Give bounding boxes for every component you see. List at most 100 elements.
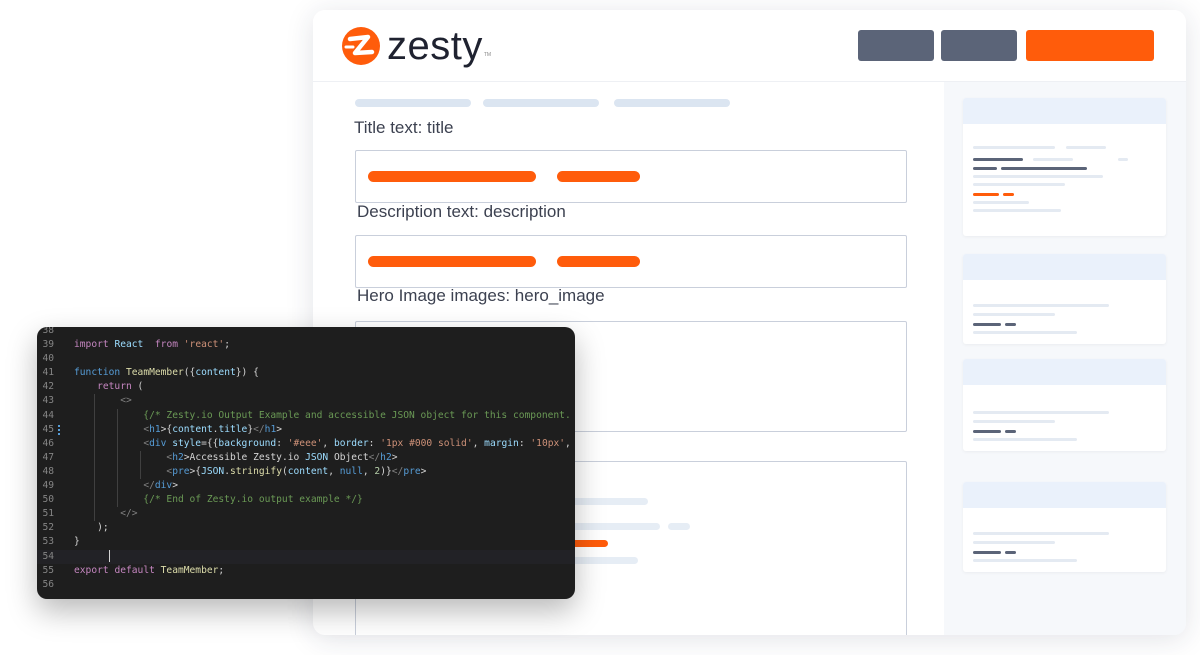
preview-card[interactable] <box>963 98 1166 236</box>
line-number: 52 <box>42 522 54 534</box>
code-line[interactable]: 49 </div> <box>37 479 575 494</box>
code-line[interactable]: 50 {/* End of Zesty.io output example */… <box>37 493 575 508</box>
code-line[interactable]: 42 return ( <box>37 380 575 394</box>
code-line[interactable]: 40 <box>37 352 575 366</box>
tab-1[interactable] <box>355 99 471 107</box>
card-line <box>973 411 1109 414</box>
title-placeholder-bar <box>557 171 640 182</box>
preview-card[interactable] <box>963 359 1166 451</box>
card-line <box>1005 551 1016 554</box>
code-text: </> <box>120 508 138 520</box>
code-line[interactable]: 38 <box>37 327 575 338</box>
line-number: 54 <box>42 550 54 562</box>
zesty-logo-icon <box>342 27 380 65</box>
header-button-1[interactable] <box>858 30 934 61</box>
code-line[interactable]: 51 </> <box>37 507 575 522</box>
description-placeholder-bar <box>368 256 536 267</box>
hero-image-field-label: Hero Image images: hero_image <box>357 286 605 305</box>
content-placeholder-line <box>566 557 638 564</box>
code-text: import React from 'react'; <box>74 339 230 351</box>
line-number: 47 <box>42 451 54 463</box>
code-line[interactable]: 47 <h2>Accessible Zesty.io JSON Object</… <box>37 450 575 465</box>
content-placeholder-line <box>668 523 690 530</box>
card-line <box>973 331 1077 334</box>
card-line <box>1005 430 1016 433</box>
preview-rail <box>944 82 1186 635</box>
line-number: 39 <box>42 339 54 351</box>
code-text: export default TeamMember; <box>74 564 225 576</box>
content-placeholder-line <box>566 498 648 505</box>
card-line <box>973 313 1055 316</box>
code-line[interactable]: 39 import React from 'react'; <box>37 338 575 352</box>
card-line <box>1005 323 1016 326</box>
preview-card-header <box>963 98 1166 124</box>
code-text: ); <box>74 522 109 534</box>
code-line[interactable]: 54 <box>37 549 575 564</box>
title-field-label: Title text: title <box>354 118 454 137</box>
code-text: function TeamMember({content}) { <box>74 367 259 379</box>
code-line[interactable]: 45 <h1>{content.title}</h1> <box>37 422 575 437</box>
content-placeholder-line <box>566 523 660 530</box>
code-text <box>86 549 110 564</box>
card-line <box>973 541 1055 544</box>
line-number: 55 <box>42 564 54 576</box>
code-line[interactable]: 43 <> <box>37 394 575 409</box>
preview-card-header <box>963 359 1166 385</box>
description-field[interactable] <box>355 235 907 288</box>
code-lines[interactable]: 38 39 import React from 'react'; 40 41 functi… <box>37 327 575 592</box>
card-line <box>973 158 1023 161</box>
card-line <box>973 438 1077 441</box>
title-placeholder-bar <box>368 171 536 182</box>
header-button-2[interactable] <box>941 30 1017 61</box>
card-line <box>1033 158 1073 161</box>
line-number: 45 <box>42 423 54 435</box>
code-line[interactable]: 46 <div style={{background: '#eee', bord… <box>37 436 575 451</box>
card-line <box>973 323 1001 326</box>
zesty-logo[interactable]: zesty TM <box>341 24 491 68</box>
line-number: 49 <box>42 480 54 492</box>
code-line[interactable]: 56 <box>37 578 575 592</box>
code-text: <div style={{background: '#eee', border:… <box>143 437 571 449</box>
preview-card-header <box>963 254 1166 280</box>
code-line[interactable]: 55 export default TeamMember; <box>37 564 575 578</box>
code-text: {/* End of Zesty.io output example */} <box>74 494 363 506</box>
line-number: 46 <box>42 437 54 449</box>
app-header: zesty TM <box>313 10 1186 82</box>
card-line <box>973 420 1055 423</box>
code-line[interactable]: 52 ); <box>37 521 575 535</box>
card-line <box>973 201 1029 204</box>
card-accent-line <box>973 193 999 196</box>
code-line[interactable]: 44 {/* Zesty.io Output Example and acces… <box>37 408 575 423</box>
code-line[interactable]: 48 <pre>{JSON.stringify(content, null, 2… <box>37 464 575 480</box>
header-primary-button[interactable] <box>1026 30 1154 61</box>
card-accent-line <box>1003 193 1014 196</box>
tab-2[interactable] <box>483 99 599 107</box>
preview-card[interactable] <box>963 254 1166 344</box>
card-line <box>973 209 1061 212</box>
line-number: 41 <box>42 367 54 379</box>
line-number: 42 <box>42 381 54 393</box>
line-number: 40 <box>42 353 54 365</box>
description-placeholder-bar <box>557 256 640 267</box>
text-cursor <box>108 549 110 562</box>
title-field[interactable] <box>355 150 907 203</box>
card-line <box>973 430 1001 433</box>
code-text: </div> <box>143 480 178 492</box>
card-line <box>973 551 1001 554</box>
code-text: {/* Zesty.io Output Example and accessib… <box>74 409 575 421</box>
card-line <box>1066 146 1106 149</box>
tab-3[interactable] <box>614 99 730 107</box>
line-number: 51 <box>42 508 54 520</box>
code-editor[interactable]: 38 39 import React from 'react'; 40 41 functi… <box>37 327 575 599</box>
code-line[interactable]: 53} <box>37 535 575 549</box>
code-text: } <box>74 536 80 548</box>
code-line[interactable]: 41 function TeamMember({content}) { <box>37 366 575 380</box>
preview-card[interactable] <box>963 482 1166 572</box>
line-number: 48 <box>42 465 54 477</box>
code-text: <> <box>120 395 132 407</box>
card-line <box>1001 167 1087 170</box>
code-text: return ( <box>97 381 144 393</box>
line-number: 53 <box>42 536 54 548</box>
code-text: <h1>{content.title}</h1> <box>143 423 283 435</box>
card-line <box>973 146 1055 149</box>
